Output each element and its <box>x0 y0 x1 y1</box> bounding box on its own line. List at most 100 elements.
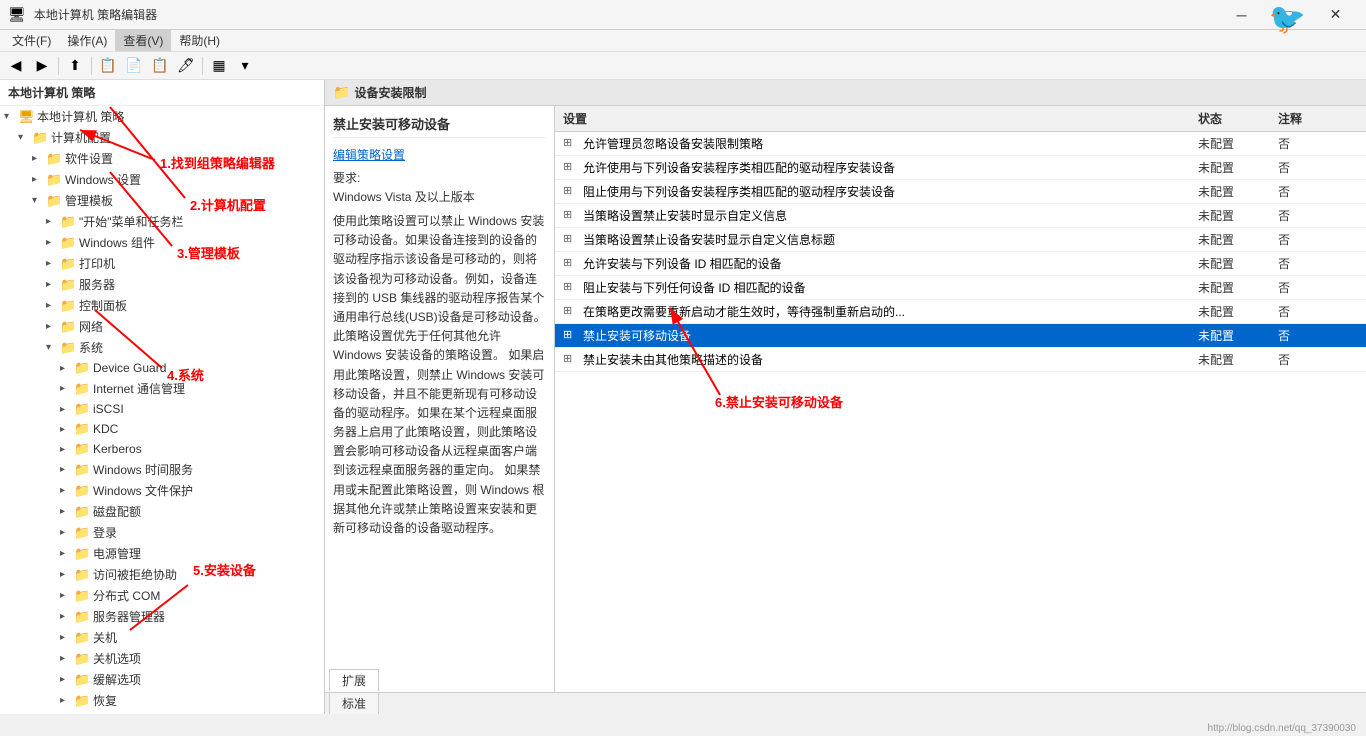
tree-item-diskquota[interactable]: ▸📁磁盘配额 <box>0 501 324 522</box>
settings-pane: 设置 状态 注释 ⊞允许管理员忽略设备安装限制策略未配置否⊞允许使用与下列设备安… <box>555 106 1366 692</box>
tree-label-wincomp: Windows 组件 <box>79 234 155 251</box>
tree-item-shutopt[interactable]: ▸📁关机选项 <box>0 648 324 669</box>
tree-folder-icon-dguard: 📁 <box>74 360 90 376</box>
tree-item-mitigation[interactable]: ▸📁缓解选项 <box>0 669 324 690</box>
settings-row-1[interactable]: ⊞允许使用与下列设备安装程序类相匹配的驱动程序安装设备未配置否 <box>555 156 1366 180</box>
tree-item-kdc[interactable]: ▸📁KDC <box>0 419 324 439</box>
tab-扩展[interactable]: 扩展 <box>329 669 379 692</box>
tree-label-internet: Internet 通信管理 <box>93 380 185 397</box>
view-button[interactable]: ▦ <box>207 55 231 77</box>
tree-item-admin[interactable]: ▾📁管理模板 <box>0 190 324 211</box>
settings-row-6[interactable]: ⊞阻止安装与下列任何设备 ID 相匹配的设备未配置否 <box>555 276 1366 300</box>
tree-container: ▾🖥本地计算机 策略▾📁计算机配置▸📁软件设置▸📁Windows 设置▾📁管理模… <box>0 106 324 714</box>
tree-item-software[interactable]: ▸📁软件设置 <box>0 148 324 169</box>
row-status-1: 未配置 <box>1198 159 1278 176</box>
tree-item-fileprot[interactable]: ▸📁Windows 文件保护 <box>0 480 324 501</box>
tree-arrow-power: ▸ <box>60 548 74 559</box>
tree-folder-icon-network: 📁 <box>60 319 76 335</box>
tree-item-wincomp[interactable]: ▸📁Windows 组件 <box>0 232 324 253</box>
logo-bird: 🐦 <box>1269 2 1306 37</box>
row-status-5: 未配置 <box>1198 255 1278 272</box>
tree-label-shutopt: 关机选项 <box>93 650 141 667</box>
row-icon-2: ⊞ <box>563 184 579 200</box>
tree-folder-icon-printer: 📁 <box>60 256 76 272</box>
row-status-6: 未配置 <box>1198 279 1278 296</box>
row-label-5: 允许安装与下列设备 ID 相匹配的设备 <box>583 255 1198 272</box>
minimize-button[interactable]: ─ <box>1219 0 1264 30</box>
settings-row-9[interactable]: ⊞禁止安装未由其他策略描述的设备未配置否 <box>555 348 1366 372</box>
row-status-0: 未配置 <box>1198 135 1278 152</box>
menu-view[interactable]: 查看(V) <box>115 30 171 51</box>
close-button[interactable]: ✕ <box>1313 0 1358 30</box>
tree-item-dguard[interactable]: ▸📁Device Guard <box>0 358 324 378</box>
tree-item-iscsi[interactable]: ▸📁iSCSI <box>0 399 324 419</box>
tree-item-computer[interactable]: ▾📁计算机配置 <box>0 127 324 148</box>
tree-arrow-customize: ▸ <box>46 216 60 227</box>
tree-item-kerberos[interactable]: ▸📁Kerberos <box>0 439 324 459</box>
tree-item-local[interactable]: ▾🖥本地计算机 策略 <box>0 106 324 127</box>
tree-label-dguard: Device Guard <box>93 361 166 375</box>
tree-folder-icon-login: 📁 <box>74 525 90 541</box>
up-button[interactable]: ⬆ <box>63 55 87 77</box>
tree-arrow-mitigation: ▸ <box>60 674 74 685</box>
tree-item-script[interactable]: ▸📁脚本 <box>0 711 324 714</box>
tab-标准[interactable]: 标准 <box>329 692 379 714</box>
tree-label-shutdown: 关机 <box>93 629 117 646</box>
tree-folder-icon-server: 📁 <box>60 277 76 293</box>
copy-button[interactable]: 📄 <box>122 55 146 77</box>
settings-row-3[interactable]: ⊞当策略设置禁止安装时显示自定义信息未配置否 <box>555 204 1366 228</box>
tree-item-restore[interactable]: ▸📁恢复 <box>0 690 324 711</box>
tree-arrow-server: ▸ <box>46 279 60 290</box>
row-label-8: 禁止安装可移动设备 <box>583 327 1198 344</box>
tree-item-timeserv[interactable]: ▸📁Windows 时间服务 <box>0 459 324 480</box>
tree-arrow-shutdown: ▸ <box>60 632 74 643</box>
menu-file[interactable]: 文件(F) <box>4 30 59 51</box>
tree-item-accessdeny[interactable]: ▸📁访问被拒绝协助 <box>0 564 324 585</box>
menu-help[interactable]: 帮助(H) <box>171 30 228 51</box>
settings-row-7[interactable]: ⊞在策略更改需要重新启动才能生效时，等待强制重新启动的...未配置否 <box>555 300 1366 324</box>
tree-folder-icon-mitigation: 📁 <box>74 672 90 688</box>
tree-label-server: 服务器 <box>79 276 115 293</box>
tree-item-server[interactable]: ▸📁服务器 <box>0 274 324 295</box>
left-panel: 本地计算机 策略 ▾🖥本地计算机 策略▾📁计算机配置▸📁软件设置▸📁Window… <box>0 80 325 714</box>
row-icon-8: ⊞ <box>563 328 579 344</box>
tree-item-login[interactable]: ▸📁登录 <box>0 522 324 543</box>
row-status-4: 未配置 <box>1198 231 1278 248</box>
edit-policy-link[interactable]: 编辑策略设置 <box>333 148 405 162</box>
paste-button[interactable]: 📋 <box>148 55 172 77</box>
tree-item-system[interactable]: ▾📁系统 <box>0 337 324 358</box>
tree-item-network[interactable]: ▸📁网络 <box>0 316 324 337</box>
tree-folder-icon-local: 🖥 <box>18 109 34 125</box>
edit-link[interactable]: 编辑策略设置 <box>333 146 546 163</box>
show-hide-button[interactable]: 📋 <box>96 55 120 77</box>
tree-item-control[interactable]: ▸📁控制面板 <box>0 295 324 316</box>
tree-arrow-control: ▸ <box>46 300 60 311</box>
tree-label-network: 网络 <box>79 318 103 335</box>
filter-button[interactable]: ▾ <box>233 55 257 77</box>
tree-label-login: 登录 <box>93 524 117 541</box>
tree-arrow-distcom: ▸ <box>60 590 74 601</box>
tree-item-srvmgr[interactable]: ▸📁服务器管理器 <box>0 606 324 627</box>
tree-item-internet[interactable]: ▸📁Internet 通信管理 <box>0 378 324 399</box>
settings-row-0[interactable]: ⊞允许管理员忽略设备安装限制策略未配置否 <box>555 132 1366 156</box>
properties-button[interactable]: 🖊 <box>174 55 198 77</box>
settings-row-8[interactable]: ⊞禁止安装可移动设备未配置否 <box>555 324 1366 348</box>
tree-item-windows[interactable]: ▸📁Windows 设置 <box>0 169 324 190</box>
col-header-setting: 设置 <box>563 110 1198 127</box>
tree-item-distcom[interactable]: ▸📁分布式 COM <box>0 585 324 606</box>
back-button[interactable]: ◀ <box>4 55 28 77</box>
tree-item-printer[interactable]: ▸📁打印机 <box>0 253 324 274</box>
row-note-5: 否 <box>1278 255 1358 272</box>
settings-row-5[interactable]: ⊞允许安装与下列设备 ID 相匹配的设备未配置否 <box>555 252 1366 276</box>
settings-row-2[interactable]: ⊞阻止使用与下列设备安装程序类相匹配的驱动程序安装设备未配置否 <box>555 180 1366 204</box>
row-note-8: 否 <box>1278 327 1358 344</box>
forward-button[interactable]: ▶ <box>30 55 54 77</box>
settings-row-4[interactable]: ⊞当策略设置禁止设备安装时显示自定义信息标题未配置否 <box>555 228 1366 252</box>
tree-item-power[interactable]: ▸📁电源管理 <box>0 543 324 564</box>
menu-action[interactable]: 操作(A) <box>59 30 115 51</box>
tree-folder-icon-control: 📁 <box>60 298 76 314</box>
settings-rows: ⊞允许管理员忽略设备安装限制策略未配置否⊞允许使用与下列设备安装程序类相匹配的驱… <box>555 132 1366 372</box>
tree-item-customize[interactable]: ▸📁"开始"菜单和任务栏 <box>0 211 324 232</box>
row-icon-5: ⊞ <box>563 256 579 272</box>
tree-item-shutdown[interactable]: ▸📁关机 <box>0 627 324 648</box>
